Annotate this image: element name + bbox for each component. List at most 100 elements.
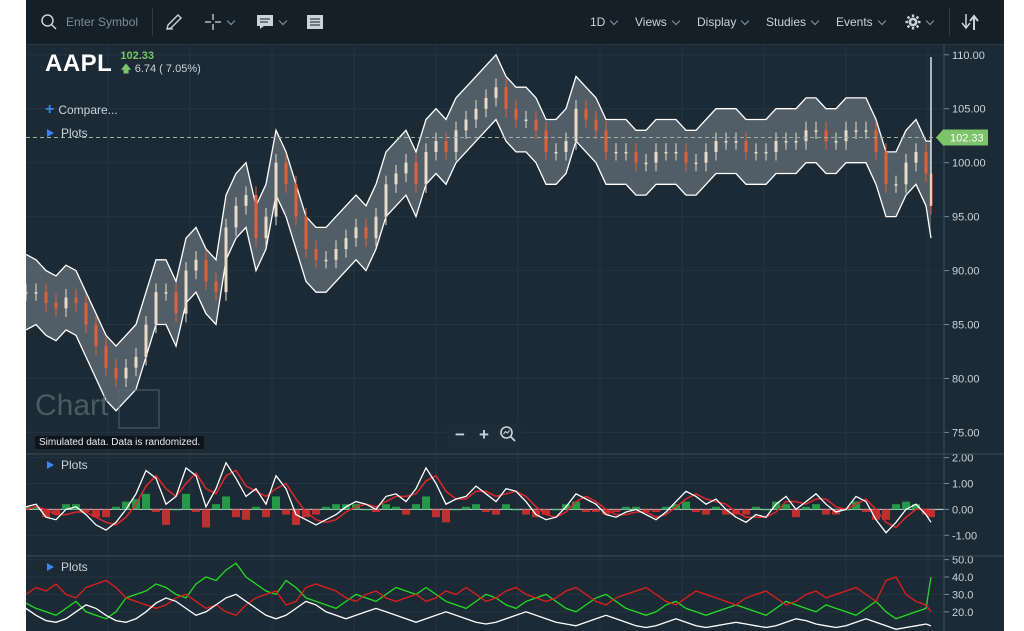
candle-body [384, 184, 388, 217]
plus-icon: + [45, 101, 55, 118]
candle-body [214, 281, 218, 293]
candle-body [664, 151, 668, 154]
symbol-header: AAPL 102.33 🡅 6.74 ( 7.05%) [45, 50, 201, 78]
dmi-panel[interactable] [26, 562, 932, 630]
crosshair-button[interactable] [204, 0, 236, 44]
macd-histogram-bar [112, 506, 120, 510]
macd-histogram-bar [702, 509, 710, 515]
play-icon [47, 461, 54, 469]
studies-menu[interactable]: Studies [766, 0, 820, 44]
signal-line [26, 469, 932, 529]
compare-label: Compare... [58, 103, 118, 117]
candle-body [784, 141, 788, 143]
draw-button[interactable] [164, 0, 184, 44]
search-box[interactable]: Enter Symbol [40, 0, 138, 44]
macd-histogram-bar [552, 509, 560, 511]
candle-body [184, 270, 188, 314]
annotation-button[interactable] [256, 0, 288, 44]
panel3-plots-toggle[interactable]: Plots [47, 560, 88, 574]
candle-body [194, 259, 198, 271]
candle-body [744, 141, 748, 152]
plots-toggle[interactable]: Plots [47, 126, 88, 140]
zoom-controls: − + [447, 423, 521, 447]
macd-histogram-bar [182, 493, 190, 510]
macd-histogram-bar [202, 509, 210, 528]
watermark-text: Chart [35, 389, 109, 422]
table-button[interactable] [306, 0, 324, 44]
plus-di-line [26, 562, 932, 620]
candle-body [764, 151, 768, 154]
macd-panel[interactable] [26, 461, 944, 534]
events-label: Events [836, 15, 873, 29]
candle-body [394, 173, 398, 185]
macd-histogram-bar [322, 506, 330, 510]
share-button[interactable] [960, 0, 982, 44]
zoom-reset-icon[interactable] [499, 425, 517, 443]
macd-histogram-bar [152, 509, 160, 512]
candle-body [924, 151, 928, 174]
candle-body [94, 324, 98, 347]
chevron-down-icon [671, 16, 681, 25]
macd-histogram-bar [292, 509, 300, 525]
candle-body [844, 130, 848, 142]
toolbar-divider [152, 8, 153, 36]
candle-body [444, 141, 448, 152]
candle-body [64, 297, 68, 309]
display-label: Display [697, 15, 737, 29]
candle-body [374, 216, 378, 239]
table-icon [307, 15, 323, 29]
events-menu[interactable]: Events [836, 0, 886, 44]
settings-button[interactable] [905, 0, 935, 44]
candle-body [714, 141, 718, 152]
macd-histogram-bar [212, 504, 220, 510]
price-panel[interactable] [26, 53, 933, 412]
chart-canvas[interactable]: 110.00 105.00 100.00 95.00 90.00 85.00 80.00 75… [26, 44, 1004, 631]
candle-body [514, 108, 518, 120]
y-tick-label: -1.00 [952, 530, 977, 542]
views-menu[interactable]: Views [635, 0, 681, 44]
candle-body [354, 227, 358, 239]
y-tick-label: 80.00 [952, 373, 980, 385]
symbol-ticker[interactable]: AAPL [45, 50, 112, 78]
candle-body [594, 119, 598, 131]
comment-icon [257, 15, 273, 29]
candle-body [624, 151, 628, 154]
candle-body [634, 151, 638, 163]
macd-histogram-bar [452, 509, 460, 511]
candle-body [804, 130, 808, 142]
macd-histogram-bar [592, 509, 600, 512]
minus-di-line [26, 576, 932, 617]
candle-body [724, 141, 728, 143]
macd-histogram-bar [142, 493, 150, 510]
candle-body [734, 141, 738, 143]
compare-button[interactable]: + Compare... [45, 101, 118, 119]
interval-menu[interactable]: 1D [590, 0, 619, 44]
display-menu[interactable]: Display [697, 0, 750, 44]
macd-histogram-bar [412, 504, 420, 510]
candle-body [544, 130, 548, 152]
macd-histogram-bar [472, 504, 480, 510]
candle-body [44, 292, 48, 303]
zoom-out-button[interactable]: − [451, 425, 469, 445]
interval-label: 1D [590, 15, 606, 29]
y-tick-label: 110.00 [952, 50, 985, 62]
crosshair-icon [205, 14, 221, 30]
search-input[interactable]: Enter Symbol [66, 15, 138, 29]
views-label: Views [635, 15, 667, 29]
zoom-in-button[interactable]: + [475, 425, 493, 445]
candle-body [884, 151, 888, 185]
y-tick-label: 95.00 [952, 212, 980, 224]
macd-histogram-bar [442, 509, 450, 523]
candle-body [254, 195, 258, 239]
macd-histogram-bar [652, 509, 660, 512]
candle-body [834, 141, 838, 143]
candle-body [54, 302, 58, 309]
chevron-down-icon [226, 16, 236, 25]
macd-histogram-bar [422, 496, 430, 510]
candle-body [244, 195, 248, 206]
pencil-icon [166, 14, 182, 30]
candle-body [914, 151, 918, 163]
panel2-plots-toggle[interactable]: Plots [47, 458, 88, 472]
y-tick-label: 105.00 [952, 104, 986, 116]
macd-histogram-bar [172, 509, 180, 511]
